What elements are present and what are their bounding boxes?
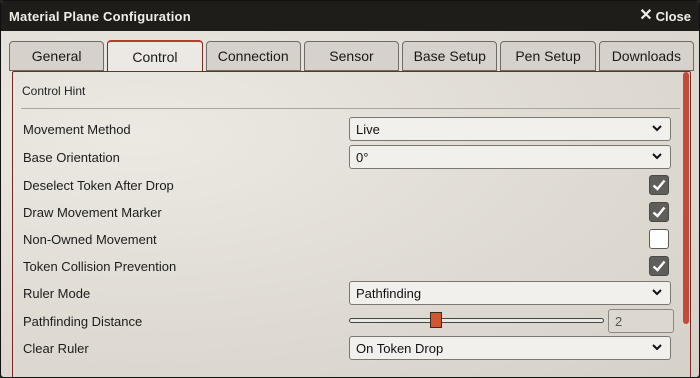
- row-movement-method: Movement Method Live: [23, 117, 682, 141]
- title-bar[interactable]: Material Plane Configuration ✕ Close: [1, 1, 699, 31]
- draw-marker-checkbox[interactable]: [649, 202, 669, 222]
- control-panel: Control Hint Movement Method Live Base O…: [12, 71, 691, 377]
- checkmark-icon: [652, 260, 666, 272]
- checkmark-icon: [652, 206, 666, 218]
- window-title: Material Plane Configuration: [9, 8, 191, 24]
- row-clear-ruler: Clear Ruler On Token Drop: [23, 336, 682, 360]
- tab-connection[interactable]: Connection: [205, 41, 301, 71]
- window-body: General Control Connection Sensor Base S…: [1, 31, 699, 377]
- non-owned-checkbox[interactable]: [649, 229, 669, 249]
- base-orientation-label: Base Orientation: [23, 149, 120, 165]
- tab-bar: General Control Connection Sensor Base S…: [9, 40, 694, 72]
- tab-general[interactable]: General: [9, 41, 105, 71]
- slider-handle[interactable]: [429, 312, 442, 328]
- collision-label: Token Collision Prevention: [23, 258, 177, 274]
- row-ruler-mode: Ruler Mode Pathfinding: [23, 281, 682, 305]
- row-non-owned: Non-Owned Movement: [23, 227, 682, 251]
- movement-method-label: Movement Method: [23, 121, 131, 137]
- movement-method-select[interactable]: Live: [349, 117, 671, 141]
- chevron-down-icon: [652, 153, 662, 160]
- ruler-mode-value: Pathfinding: [356, 285, 422, 301]
- tab-control[interactable]: Control: [107, 40, 203, 72]
- clear-ruler-select[interactable]: On Token Drop: [349, 336, 671, 360]
- close-icon: ✕: [639, 7, 653, 24]
- pathfinding-distance-label: Pathfinding Distance: [23, 313, 143, 329]
- clear-ruler-label: Clear Ruler: [23, 340, 89, 356]
- row-deselect-token: Deselect Token After Drop: [23, 173, 682, 197]
- chevron-down-icon: [652, 289, 662, 296]
- divider: [21, 108, 680, 109]
- pathfinding-distance-slider[interactable]: [349, 318, 604, 323]
- close-button[interactable]: ✕ Close: [639, 8, 691, 24]
- row-pathfinding-distance: Pathfinding Distance 2: [23, 309, 682, 333]
- collision-checkbox[interactable]: [649, 256, 669, 276]
- deselect-token-checkbox[interactable]: [649, 175, 669, 195]
- movement-method-value: Live: [356, 121, 380, 137]
- draw-marker-label: Draw Movement Marker: [23, 204, 162, 220]
- ruler-mode-label: Ruler Mode: [23, 285, 91, 301]
- deselect-token-label: Deselect Token After Drop: [23, 177, 174, 193]
- tab-base-setup[interactable]: Base Setup: [402, 41, 498, 71]
- pathfinding-distance-value: 2: [615, 313, 623, 329]
- non-owned-label: Non-Owned Movement: [23, 231, 157, 247]
- chevron-down-icon: [652, 344, 662, 351]
- tab-sensor[interactable]: Sensor: [303, 41, 400, 71]
- scrollbar[interactable]: [683, 72, 689, 324]
- checkmark-icon: [652, 179, 666, 191]
- base-orientation-select[interactable]: 0°: [349, 145, 671, 169]
- chevron-down-icon: [652, 125, 662, 132]
- base-orientation-value: 0°: [356, 149, 369, 165]
- tab-downloads[interactable]: Downloads: [598, 41, 694, 71]
- config-window: Material Plane Configuration ✕ Close Gen…: [0, 0, 700, 378]
- clear-ruler-value: On Token Drop: [356, 340, 444, 356]
- row-collision: Token Collision Prevention: [23, 254, 682, 278]
- tab-pen-setup[interactable]: Pen Setup: [500, 41, 596, 71]
- pathfinding-distance-input[interactable]: 2: [608, 309, 674, 333]
- close-label: Close: [655, 8, 691, 24]
- row-draw-marker: Draw Movement Marker: [23, 200, 682, 224]
- ruler-mode-select[interactable]: Pathfinding: [349, 281, 671, 305]
- control-hint: Control Hint: [22, 84, 86, 98]
- row-base-orientation: Base Orientation 0°: [23, 145, 682, 169]
